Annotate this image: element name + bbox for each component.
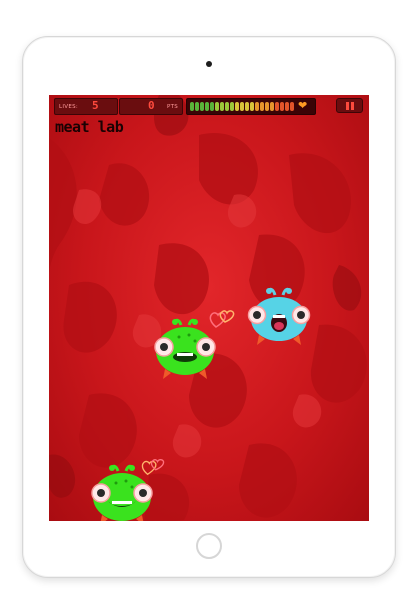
energy-meter-segment: [200, 102, 204, 111]
lives-panel: LIVES: 5: [54, 98, 118, 115]
energy-meter: ❤: [186, 98, 316, 115]
blue-monster[interactable]: [245, 285, 313, 349]
energy-meter-segment: [225, 102, 229, 111]
energy-meter-bar: [190, 102, 294, 111]
energy-meter-segment: [210, 102, 214, 111]
lives-label: LIVES:: [59, 104, 79, 110]
points-label: PTS: [167, 104, 179, 110]
home-button[interactable]: [196, 533, 222, 559]
energy-meter-segment: [215, 102, 219, 111]
energy-meter-segment: [230, 102, 234, 111]
energy-meter-segment: [240, 102, 244, 111]
level-title: meat lab: [55, 118, 124, 136]
energy-meter-segment: [290, 102, 294, 111]
energy-meter-segment: [205, 102, 209, 111]
hud-bar: LIVES: 5 0 PTS ❤: [49, 95, 369, 117]
pause-button[interactable]: [336, 98, 363, 113]
energy-meter-segment: [270, 102, 274, 111]
game-screen[interactable]: LIVES: 5 0 PTS ❤ meat lab: [49, 95, 369, 521]
energy-meter-segment: [285, 102, 289, 111]
energy-meter-segment: [250, 102, 254, 111]
energy-meter-segment: [265, 102, 269, 111]
heart-icon: ❤: [298, 99, 308, 112]
pause-icon-bar: [351, 102, 354, 110]
energy-meter-segment: [195, 102, 199, 111]
energy-meter-segment: [255, 102, 259, 111]
energy-meter-segment: [280, 102, 284, 111]
energy-meter-segment: [275, 102, 279, 111]
energy-meter-segment: [220, 102, 224, 111]
points-value: 0: [148, 99, 155, 112]
points-panel: 0 PTS: [119, 98, 183, 115]
energy-meter-segment: [190, 102, 194, 111]
lives-value: 5: [92, 99, 99, 112]
energy-meter-segment: [245, 102, 249, 111]
energy-meter-segment: [260, 102, 264, 111]
camera-icon: [206, 61, 212, 67]
green-monster[interactable]: [87, 463, 159, 521]
energy-meter-segment: [235, 102, 239, 111]
pause-icon: [346, 102, 349, 110]
tablet-frame: LIVES: 5 0 PTS ❤ meat lab: [22, 36, 396, 578]
green-monster[interactable]: [151, 317, 221, 383]
